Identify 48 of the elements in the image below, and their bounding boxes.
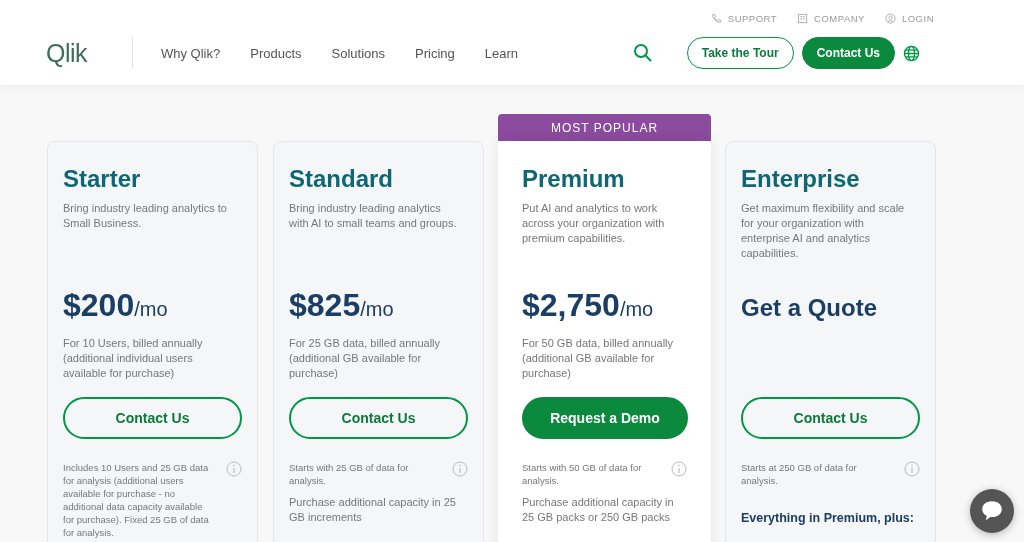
billing-note: For 10 Users, billed annually (additional individual users available for purchase) [63, 336, 204, 381]
globe-icon[interactable] [903, 44, 920, 62]
nav-link[interactable]: Products [250, 45, 302, 61]
plan-description: Put AI and analytics to work across your organization with premium capabilities. [522, 201, 666, 246]
user-icon [884, 12, 896, 24]
info-icon[interactable] [904, 461, 920, 477]
header-button[interactable]: Take the Tour [686, 37, 794, 69]
plan-description: Bring industry leading analytics to Small Business. [63, 201, 228, 231]
plan-button[interactable]: Contact Us [289, 397, 468, 439]
utility-link[interactable]: LOGIN [884, 10, 934, 26]
billing-note: For 50 GB data, billed annually (additional GB available for purchase) [522, 336, 675, 381]
plan-price: $2,750/mo [522, 286, 655, 325]
plan-price: $825/mo [289, 286, 395, 325]
plan-button[interactable]: Contact Us [63, 397, 242, 439]
phone-icon [710, 12, 722, 24]
building-icon [797, 12, 809, 24]
nav-link[interactable]: Pricing [415, 45, 455, 61]
popular-badge: MOST POPULAR [498, 114, 711, 141]
plan-button[interactable]: Contact Us [741, 397, 920, 439]
search-icon[interactable] [632, 43, 653, 63]
quote-heading: Get a Quote [741, 293, 879, 323]
nav-link[interactable]: Solutions [331, 45, 386, 61]
capacity-note: Purchase additional capacity in 25 GB packs or 250 GB packs [522, 495, 675, 525]
chat-button[interactable] [970, 489, 1014, 533]
plan-button[interactable]: Request a Demo [522, 397, 688, 439]
plan-name: Premium [522, 164, 626, 194]
nav-link[interactable]: Learn [484, 45, 519, 61]
data-note: Includes 10 Users and 25 GB data for analysis (additional users available for purchase - no additional data capacity available for purchase). Fixed 25 GB of data for analysis. [63, 461, 210, 539]
data-note: Starts with 50 GB of data for analysis. [522, 461, 643, 487]
billing-note: For 25 GB data, billed annually (additional GB available for purchase) [289, 336, 442, 381]
nav-link[interactable]: Why Qlik? [161, 45, 221, 61]
utility-link[interactable]: COMPANY [797, 10, 865, 26]
info-icon[interactable] [226, 461, 242, 477]
data-note: Starts at 250 GB of data for analysis. [741, 461, 858, 487]
plan-name: Standard [289, 164, 394, 194]
info-icon[interactable] [452, 461, 468, 477]
data-note: Starts with 25 GB of data for analysis. [289, 461, 410, 487]
utility-link[interactable]: SUPPORT [710, 10, 778, 26]
plan-name: Starter [63, 164, 142, 194]
header-button[interactable]: Contact Us [801, 37, 895, 69]
info-icon[interactable] [671, 461, 687, 477]
plan-description: Get maximum flexibility and scale for your organization with enterprise AI and analytics capabilities. [741, 201, 906, 261]
plan-name: Enterprise [741, 164, 861, 194]
plan-price: $200/mo [63, 286, 169, 325]
logo[interactable]: Qlik [46, 38, 106, 68]
includes-heading: Everything in Premium, plus: [741, 511, 915, 525]
capacity-note: Purchase additional capacity in 25 GB increments [289, 495, 457, 525]
plan-description: Bring industry leading analytics with AI to small teams and groups. [289, 201, 457, 231]
